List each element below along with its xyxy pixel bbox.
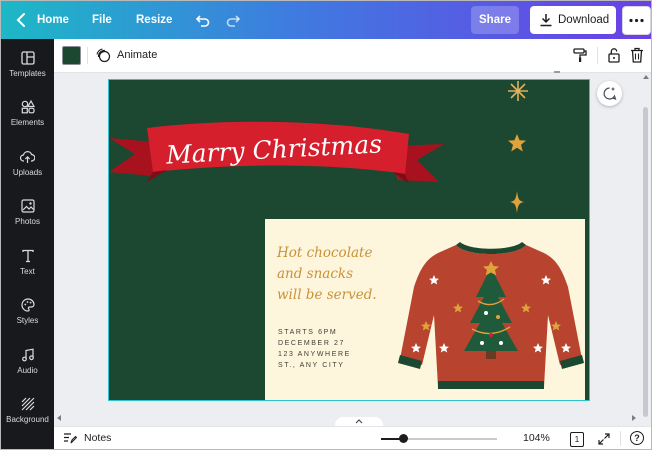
details-line: ST., ANY CITY <box>278 362 345 369</box>
comment-add-icon <box>603 87 617 100</box>
paint-format-icon[interactable] <box>572 47 588 63</box>
toolbar-divider <box>597 47 598 64</box>
invitation-panel[interactable]: Hot chocolate and snacks will be served.… <box>265 219 585 400</box>
event-details[interactable]: STARTS 6PM DECEMBER 27 123 ANYWHERE ST.,… <box>278 327 351 371</box>
trash-icon[interactable] <box>630 47 644 63</box>
elements-icon <box>21 100 35 114</box>
share-button[interactable]: Share <box>471 6 519 34</box>
page-top-handle[interactable] <box>554 71 560 73</box>
notes-icon <box>64 433 77 444</box>
download-label: Download <box>558 14 610 26</box>
color-swatch[interactable] <box>62 46 81 65</box>
zoom-slider-handle[interactable] <box>399 434 408 443</box>
lock-icon[interactable] <box>607 47 621 63</box>
undo-icon[interactable] <box>193 11 211 29</box>
add-comment-button[interactable] <box>597 81 622 106</box>
star-icon <box>508 134 526 152</box>
sidebar-item-label: Text <box>20 267 35 276</box>
sidebar-item-label: Background <box>6 415 49 424</box>
design-canvas[interactable]: Marry Christmas Hot chocolate and snacks… <box>108 79 590 401</box>
animate-icon <box>96 48 111 63</box>
ellipsis-icon <box>629 18 644 23</box>
sidebar-item-background[interactable]: Background <box>1 397 54 424</box>
chevron-up-icon <box>355 419 363 424</box>
message-line: and snacks <box>277 266 354 282</box>
more-options-button[interactable] <box>622 6 651 35</box>
back-chevron-icon[interactable] <box>13 11 31 29</box>
toolbar-divider <box>87 47 88 64</box>
animate-label: Animate <box>117 49 158 61</box>
background-icon <box>21 397 34 411</box>
notes-label: Notes <box>84 432 112 444</box>
sidebar-item-photos[interactable]: Photos <box>1 199 54 226</box>
scroll-thumb[interactable] <box>643 107 648 417</box>
templates-icon <box>20 51 35 65</box>
scroll-up-arrow[interactable] <box>643 75 649 79</box>
editor-window: Home File Resize Share Download Template… <box>0 0 652 450</box>
sidebar-item-label: Styles <box>16 316 39 325</box>
scroll-right-arrow[interactable] <box>632 415 636 421</box>
details-line: 123 ANYWHERE <box>278 351 351 358</box>
help-icon: ? <box>634 433 640 443</box>
sidebar-item-label: Audio <box>17 366 38 375</box>
editor-toolbar: Animate <box>54 39 651 73</box>
sidebar-item-label: Templates <box>9 69 46 78</box>
bottom-bar: Notes 104% 1 ? <box>54 426 651 449</box>
message-text[interactable]: Hot chocolate and snacks will be served. <box>277 243 377 306</box>
sidebar-item-templates[interactable]: Templates <box>1 51 54 78</box>
text-icon <box>21 249 34 263</box>
home-button[interactable]: Home <box>37 1 69 39</box>
diamond-sparkle-icon <box>510 191 524 213</box>
sidebar-item-uploads[interactable]: Uploads <box>1 150 54 177</box>
palette-icon <box>20 298 35 312</box>
zoom-slider[interactable] <box>381 434 497 443</box>
message-line: Hot chocolate <box>277 245 373 261</box>
file-menu[interactable]: File <box>92 1 112 39</box>
upload-icon <box>20 151 35 163</box>
top-bar: Home File Resize Share Download <box>1 1 651 39</box>
sidebar-item-text[interactable]: Text <box>1 249 54 276</box>
bottombar-divider <box>620 431 621 446</box>
fullscreen-icon[interactable] <box>598 433 610 445</box>
sidebar: Templates Elements Uploads Photos Text S… <box>1 39 54 449</box>
details-line: STARTS 6PM <box>278 329 338 336</box>
page-number: 1 <box>574 435 580 444</box>
details-line: DECEMBER 27 <box>278 340 346 347</box>
sidebar-item-label: Elements <box>10 118 45 127</box>
christmas-sweater-illustration[interactable] <box>398 239 584 395</box>
download-icon <box>540 14 552 27</box>
vertical-scrollbar[interactable] <box>641 73 650 417</box>
music-icon <box>21 348 34 362</box>
zoom-level[interactable]: 104% <box>523 427 550 449</box>
sidebar-item-styles[interactable]: Styles <box>1 298 54 325</box>
scroll-left-arrow[interactable] <box>57 415 61 421</box>
sidebar-item-elements[interactable]: Elements <box>1 100 54 127</box>
help-button[interactable]: ? <box>630 431 644 445</box>
sidebar-item-label: Uploads <box>12 168 43 177</box>
resize-button[interactable]: Resize <box>136 1 172 39</box>
sidebar-item-label: Photos <box>15 217 40 226</box>
download-button[interactable]: Download <box>530 6 616 34</box>
page-count-button[interactable]: 1 <box>570 432 584 447</box>
sparkle-star-icon <box>508 81 528 101</box>
redo-icon[interactable] <box>225 11 243 29</box>
sidebar-item-audio[interactable]: Audio <box>1 348 54 375</box>
message-line: will be served. <box>277 287 377 303</box>
photos-icon <box>20 199 35 213</box>
